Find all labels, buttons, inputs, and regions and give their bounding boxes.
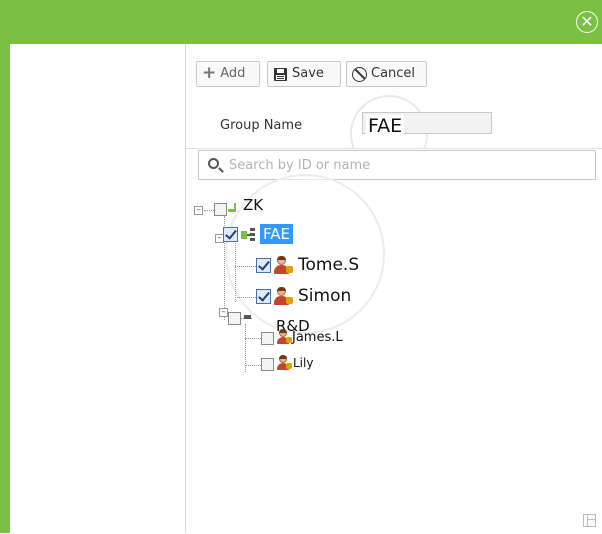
plus-icon: + xyxy=(202,63,217,83)
window-left-border xyxy=(0,44,10,533)
user-icon xyxy=(273,256,293,274)
tree-node-zk[interactable]: ZK xyxy=(243,196,263,214)
tree-checkbox-tome-s[interactable] xyxy=(256,258,271,273)
tree-node-tome-s[interactable]: Tome.S xyxy=(298,255,359,275)
tree-checkbox-zk[interactable] xyxy=(214,203,227,216)
tree-checkbox-lily[interactable] xyxy=(261,358,274,371)
tree-connector xyxy=(235,297,256,298)
cancel-circle-icon xyxy=(352,67,367,82)
tree-checkbox-fae[interactable] xyxy=(223,227,238,242)
search-input[interactable] xyxy=(229,155,589,175)
panel-layout-icon[interactable] xyxy=(583,514,596,527)
tree-connector xyxy=(235,266,256,267)
cancel-button-label: Cancel xyxy=(371,66,416,81)
save-button[interactable]: Save xyxy=(267,61,341,87)
user-icon xyxy=(276,355,292,370)
tree-node-simon[interactable]: Simon xyxy=(298,286,351,306)
tree-node-fae[interactable]: FAE xyxy=(260,224,293,244)
tree-checkbox-simon[interactable] xyxy=(256,289,271,304)
left-panel xyxy=(10,44,186,533)
group-name-label: Group Name xyxy=(220,118,303,133)
edit-group-panel: +Add Save Cancel Group Name FAE – xyxy=(186,44,602,534)
department-icon xyxy=(241,228,255,242)
tree-collapse-toggle[interactable]: – xyxy=(219,308,228,317)
add-button[interactable]: + Add xyxy=(196,61,260,87)
tree-collapse-toggle[interactable]: – xyxy=(194,206,203,215)
tree-checkbox-james-l[interactable] xyxy=(261,332,274,345)
floppy-disk-icon xyxy=(273,62,288,91)
department-icon xyxy=(244,315,251,319)
add-button-label: Add xyxy=(220,66,246,81)
tree-connector xyxy=(245,365,261,366)
search-icon xyxy=(208,158,219,169)
group-name-value: FAE xyxy=(366,115,405,137)
user-icon xyxy=(276,329,292,344)
close-icon[interactable]: ✕ xyxy=(576,11,598,33)
organization-icon xyxy=(228,203,238,213)
search-box[interactable] xyxy=(198,150,596,180)
tree-node-lily[interactable]: Lily xyxy=(293,356,313,370)
tree-connector xyxy=(245,338,261,339)
save-button-label: Save xyxy=(292,66,324,81)
tree-connector xyxy=(235,240,236,302)
user-icon xyxy=(273,287,293,305)
tree-checkbox-r-and-d[interactable] xyxy=(228,312,241,325)
cancel-button[interactable]: Cancel xyxy=(346,61,427,87)
dialog-titlebar: ✕ xyxy=(0,0,602,44)
tree-node-james-l[interactable]: James.L xyxy=(292,330,343,345)
